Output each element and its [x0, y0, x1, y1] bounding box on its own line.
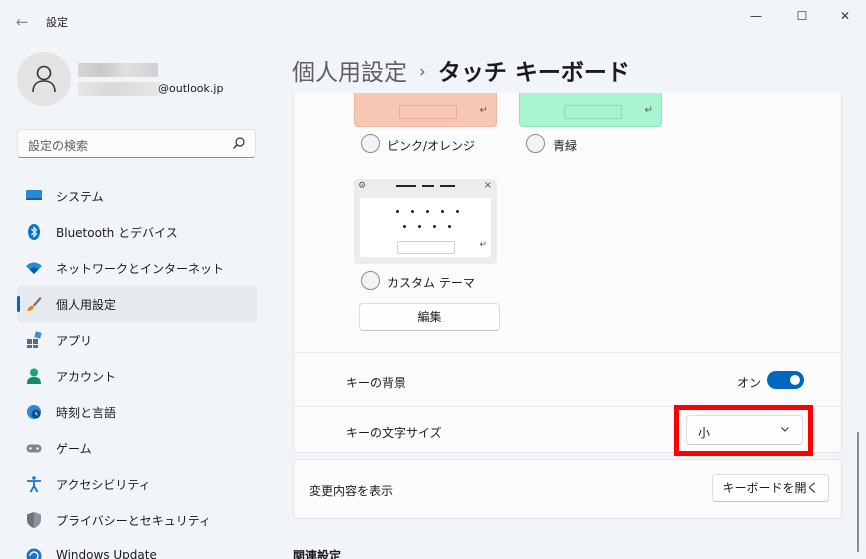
- theme-label-custom: カスタム テーマ: [387, 276, 475, 290]
- scrollbar[interactable]: [857, 432, 859, 552]
- space-key: [564, 105, 622, 119]
- title-bar: ← 設定 — ☐ ✕: [0, 0, 866, 40]
- enter-icon: ↵: [479, 105, 488, 116]
- enter-icon: ↵: [479, 240, 487, 250]
- edit-theme-button[interactable]: 編集: [359, 303, 500, 331]
- theme-preview-pink-orange[interactable]: ↵: [354, 93, 497, 127]
- theme-radio-custom[interactable]: [361, 271, 380, 290]
- theme-settings-card: ↵ ↵ ピンク/オレンジ 青緑 ⚙ × ↵ カスタム テーマ 編集 キーの背景: [293, 93, 843, 456]
- sidebar-item-label: Windows Update: [56, 548, 157, 559]
- apps-icon: [27, 331, 42, 348]
- sidebar-item-label: アカウント: [56, 370, 117, 384]
- sidebar-item-label: ネットワークとインターネット: [56, 262, 225, 276]
- theme-radio-pink-orange[interactable]: [361, 134, 380, 153]
- preview-key: [411, 210, 414, 213]
- divider: [294, 352, 843, 353]
- minimize-button[interactable]: —: [733, 4, 779, 28]
- search-input[interactable]: 設定の検索: [17, 129, 256, 158]
- accessibility-icon: [27, 476, 41, 493]
- sidebar-item-windows-update[interactable]: Windows Update: [17, 538, 257, 559]
- person-icon: [32, 65, 56, 93]
- user-email-redacted: [78, 82, 160, 96]
- key-background-state: オン: [737, 376, 762, 390]
- update-icon: [26, 548, 42, 559]
- related-settings-heading: 関連設定: [293, 549, 342, 559]
- user-email-suffix: @outlook.jp: [158, 82, 224, 95]
- preview-bar: [440, 185, 455, 187]
- breadcrumb: 個人用設定 › タッチ キーボード: [292, 53, 630, 87]
- sidebar-item-label: ゲーム: [56, 442, 92, 456]
- sidebar-nav: システム Bluetooth とデバイス ネットワークとインターネット 個人用設…: [17, 178, 257, 559]
- theme-radio-teal[interactable]: [526, 134, 545, 153]
- sidebar-item-apps[interactable]: アプリ: [17, 322, 257, 358]
- close-icon: ×: [483, 180, 492, 191]
- sidebar-item-label: 個人用設定: [56, 298, 117, 312]
- open-keyboard-button[interactable]: キーボードを開く: [712, 474, 829, 502]
- preview-key: [441, 210, 444, 213]
- sidebar-item-system[interactable]: システム: [17, 178, 257, 214]
- toggle-knob: [790, 375, 800, 385]
- highlight-box: [674, 405, 813, 456]
- sidebar-item-label: アクセシビリティ: [56, 478, 151, 492]
- theme-preview-custom[interactable]: ⚙ × ↵: [354, 179, 497, 264]
- app-title: 設定: [46, 16, 68, 29]
- sidebar-item-bluetooth[interactable]: Bluetooth とデバイス: [17, 214, 257, 250]
- preview-key: [433, 225, 436, 228]
- sidebar-item-privacy[interactable]: プライバシーとセキュリティ: [17, 502, 257, 538]
- sidebar-item-time-language[interactable]: 時刻と言語: [17, 394, 257, 430]
- gear-icon: ⚙: [358, 181, 367, 191]
- search-placeholder: 設定の検索: [28, 139, 89, 153]
- preview-key: [426, 210, 429, 213]
- preview-keyboard-body: ↵: [360, 198, 491, 257]
- theme-label-teal: 青緑: [553, 139, 578, 153]
- sidebar-item-network[interactable]: ネットワークとインターネット: [17, 250, 257, 286]
- shield-icon: [27, 512, 41, 528]
- breadcrumb-separator: ›: [419, 62, 426, 82]
- key-background-toggle[interactable]: [767, 371, 804, 389]
- user-name-redacted: [78, 63, 158, 77]
- key-text-size-label: キーの文字サイズ: [346, 426, 442, 440]
- theme-preview-teal[interactable]: ↵: [519, 93, 662, 127]
- preview-key: [456, 210, 459, 213]
- back-button[interactable]: ←: [10, 10, 34, 34]
- sidebar-item-label: アプリ: [56, 334, 93, 348]
- theme-label-pink-orange: ピンク/オレンジ: [387, 139, 476, 153]
- space-key: [399, 105, 457, 119]
- gamepad-icon: [26, 444, 42, 453]
- wifi-icon: [26, 262, 42, 274]
- sidebar-item-personalization[interactable]: 個人用設定: [17, 286, 257, 322]
- sidebar-item-accessibility[interactable]: アクセシビリティ: [17, 466, 257, 502]
- enter-icon: ↵: [644, 105, 653, 116]
- sidebar-item-accounts[interactable]: アカウント: [17, 358, 257, 394]
- preview-key: [396, 210, 399, 213]
- search-icon: [233, 137, 245, 149]
- space-key: [397, 241, 455, 254]
- sidebar-item-gaming[interactable]: ゲーム: [17, 430, 257, 466]
- preview-bar: [396, 185, 416, 187]
- maximize-button[interactable]: ☐: [779, 4, 825, 28]
- brush-icon: [27, 297, 42, 311]
- sidebar-item-label: プライバシーとセキュリティ: [56, 514, 212, 528]
- preview-changes-label: 変更内容を表示: [309, 484, 394, 498]
- preview-key: [403, 225, 406, 228]
- avatar[interactable]: [17, 52, 71, 106]
- globe-clock-icon: [27, 405, 41, 419]
- monitor-icon: [26, 190, 42, 200]
- breadcrumb-parent[interactable]: 個人用設定: [292, 60, 407, 86]
- bluetooth-icon: [28, 224, 40, 240]
- preview-changes-card: 変更内容を表示 キーボードを開く: [293, 459, 842, 519]
- preview-bar: [422, 185, 434, 187]
- sidebar-item-label: Bluetooth とデバイス: [56, 226, 178, 240]
- key-background-label: キーの背景: [346, 376, 407, 390]
- close-button[interactable]: ✕: [822, 4, 866, 28]
- sidebar-item-label: 時刻と言語: [56, 406, 117, 420]
- sidebar-item-label: システム: [56, 190, 104, 204]
- preview-key: [418, 225, 421, 228]
- preview-key: [448, 225, 451, 228]
- person-icon: [27, 368, 41, 384]
- page-title: タッチ キーボード: [437, 60, 630, 86]
